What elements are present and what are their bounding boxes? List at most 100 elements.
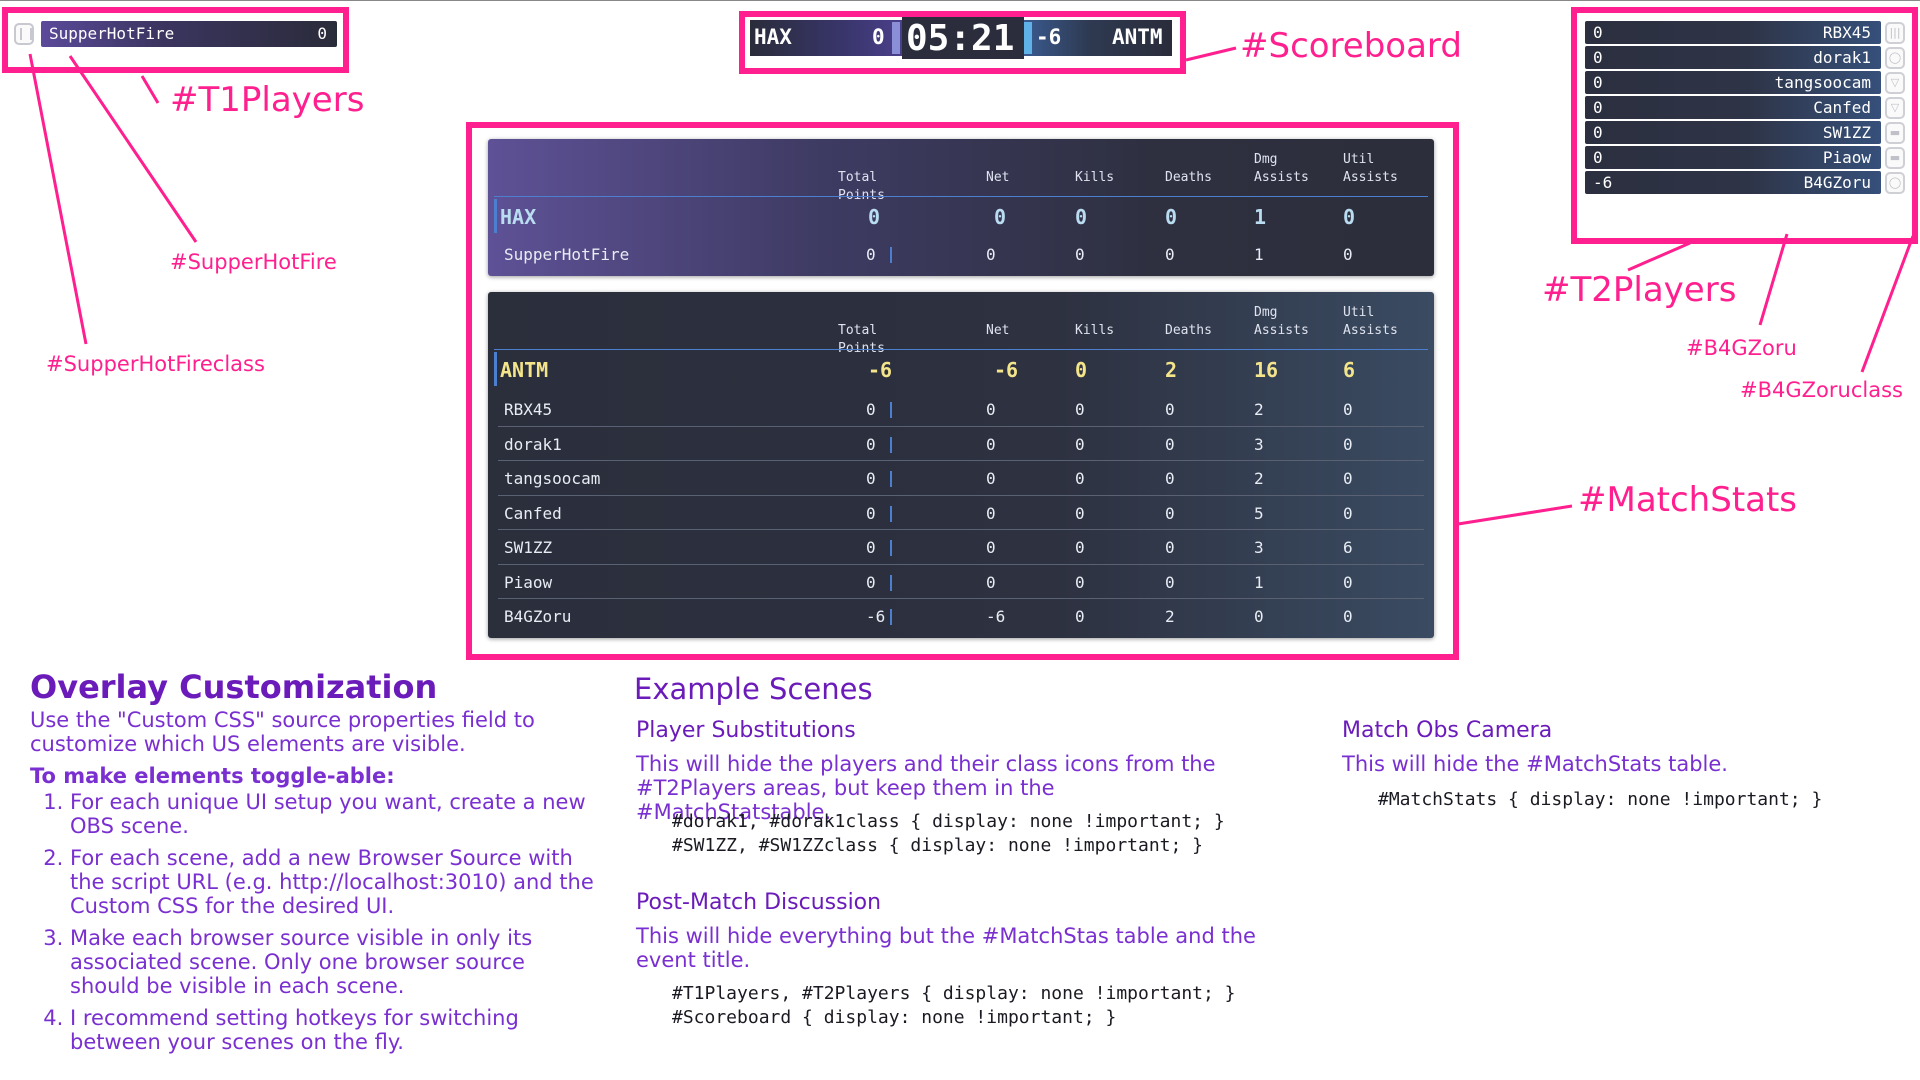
player-name: Canfed: [504, 503, 562, 523]
player-score: 0: [1593, 23, 1603, 42]
stat-cell: -6: [986, 607, 1006, 626]
stat-cell: 0: [1165, 469, 1175, 488]
team2-name: ANTM: [1112, 25, 1163, 49]
match-obs-desc: This will hide the #MatchStats table.: [1342, 752, 1728, 776]
post-match-code-1: #T1Players, #T2Players { display: none !…: [672, 983, 1236, 1004]
post-match-title: Post-Match Discussion: [636, 890, 882, 915]
match-obs-code-1: #MatchStats { display: none !important; …: [1378, 789, 1823, 810]
post-match-desc: This will hide everything but the #Match…: [636, 924, 1256, 972]
toggle-step: For each unique UI setup you want, creat…: [70, 790, 600, 838]
team-total: 6: [1343, 358, 1356, 382]
t2-player-bar[interactable]: 0 RBX45: [1585, 21, 1881, 44]
class-icon: ◯: [1885, 47, 1905, 69]
team1-stats-table: Total Points Net Kills Deaths Dmg Assists Uti…: [488, 139, 1434, 276]
t1-player-bar[interactable]: SupperHotFire 0: [41, 21, 337, 47]
stat-cell: 0: [986, 538, 996, 557]
toggle-heading: To make elements toggle-able:: [30, 764, 395, 788]
t2-player-bar[interactable]: 0 Piaow: [1585, 146, 1881, 169]
stat-cell: 0: [1075, 245, 1085, 264]
column-header: Total Points: [838, 323, 885, 356]
toggle-step: I recommend setting hotkeys for switchin…: [70, 1006, 600, 1054]
table-row: dorak1 0 0 0 0 3 0: [488, 435, 1434, 459]
callout-b4gzoru: #B4GZoru: [1686, 336, 1797, 360]
stat-cell: 0: [866, 400, 876, 419]
total-points-marker: [890, 505, 892, 522]
stat-cell: 0: [866, 538, 876, 557]
player-name: B4GZoru: [504, 607, 572, 626]
stat-cell: 0: [1165, 400, 1175, 419]
stat-cell: 0: [1254, 607, 1264, 626]
stat-cell: 0: [986, 400, 996, 419]
t2-player-bar[interactable]: 0 dorak1: [1585, 46, 1881, 69]
stat-cell: 0: [1165, 572, 1175, 592]
t2-player-bar[interactable]: 0 Canfed: [1585, 96, 1881, 119]
team-total: 0: [1165, 205, 1178, 229]
stat-cell: 0: [1075, 572, 1085, 592]
stat-cell: 0: [1343, 469, 1353, 488]
player-score: 0: [1593, 148, 1603, 167]
table-row: RBX45 0 0 0 0 2 0: [488, 400, 1434, 424]
team-total: 2: [1165, 358, 1178, 382]
stat-cell: 0: [1165, 503, 1175, 523]
t2-player-bar[interactable]: 0 tangsoocam: [1585, 71, 1881, 94]
stat-cell: 0: [1165, 245, 1175, 264]
column-header: Deaths: [1165, 170, 1212, 185]
callout-t2players: #T2Players: [1542, 270, 1737, 310]
team2-stats-table: Total Points Net Kills Deaths Dmg Assists Uti…: [488, 292, 1434, 638]
toggle-step: For each scene, add a new Browser Source…: [70, 846, 600, 918]
customization-title: Overlay Customization: [30, 668, 438, 706]
t2-player-bar[interactable]: 0 SW1ZZ: [1585, 121, 1881, 144]
stat-cell: 0: [1075, 607, 1085, 626]
stat-cell: -6: [866, 607, 886, 626]
total-points-marker: [890, 574, 892, 591]
stat-cell: 0: [1165, 538, 1175, 557]
player-score: -6: [1593, 173, 1613, 192]
stat-cell: 0: [1343, 434, 1353, 454]
stat-cell: 0: [1343, 503, 1353, 523]
stat-cell: 0: [866, 503, 876, 523]
class-icon: |||: [1885, 22, 1905, 44]
post-match-code-2: #Scoreboard { display: none !important; …: [672, 1007, 1117, 1028]
stat-cell: 2: [1254, 400, 1264, 419]
column-header: Util Assists: [1343, 152, 1398, 185]
stat-cell: 0: [1343, 400, 1353, 419]
player-score: 0: [1593, 98, 1603, 117]
stat-cell: 3: [1254, 434, 1264, 454]
stat-cell: 6: [1343, 538, 1353, 557]
team-total: -6: [994, 358, 1019, 382]
row-divider: [498, 494, 1424, 496]
player-subs-code-1: #dorak1, #dorak1class { display: none !i…: [672, 811, 1225, 832]
timer: 05:21: [906, 18, 1015, 59]
total-points-marker: [890, 471, 892, 487]
team2-score: -6: [1036, 25, 1062, 49]
toggle-step: Make each browser source visible in only…: [70, 926, 600, 998]
stat-cell: 1: [1254, 572, 1264, 592]
row-divider: [498, 425, 1424, 427]
table-row: B4GZoru -6 -6 0 2 0 0: [488, 607, 1434, 631]
total-points-marker: [890, 402, 892, 418]
stat-cell: 0: [986, 572, 996, 592]
total-points-marker: [890, 540, 892, 556]
callout-supperhotfireclass: #SupperHotFireclass: [46, 352, 265, 376]
player-name: RBX45: [504, 400, 553, 419]
column-header: Dmg Assists: [1254, 305, 1309, 338]
callout-scoreboard: #Scoreboard: [1240, 26, 1462, 66]
stat-cell: 0: [1343, 607, 1353, 626]
stat-cell: 1: [1254, 245, 1264, 264]
stat-cell: 0: [986, 503, 996, 523]
stat-cell: 0: [1343, 572, 1353, 592]
stat-cell: 0: [866, 469, 876, 488]
row-divider: [498, 563, 1424, 565]
team-total: 0: [1075, 205, 1088, 229]
team-row-accent: [494, 352, 497, 386]
table-row: Piaow 0 0 0 0 1 0: [488, 573, 1434, 597]
player-score: 0: [317, 24, 327, 43]
team-total: 0: [994, 205, 1007, 229]
team-row-accent: [494, 199, 497, 233]
stat-cell: 0: [986, 469, 996, 488]
vs-right-bar: [1024, 22, 1032, 54]
player-score: 0: [1593, 123, 1603, 142]
stat-cell: 0: [866, 572, 876, 592]
t2-player-bar[interactable]: -6 B4GZoru: [1585, 171, 1881, 194]
team-total: 16: [1254, 358, 1279, 382]
